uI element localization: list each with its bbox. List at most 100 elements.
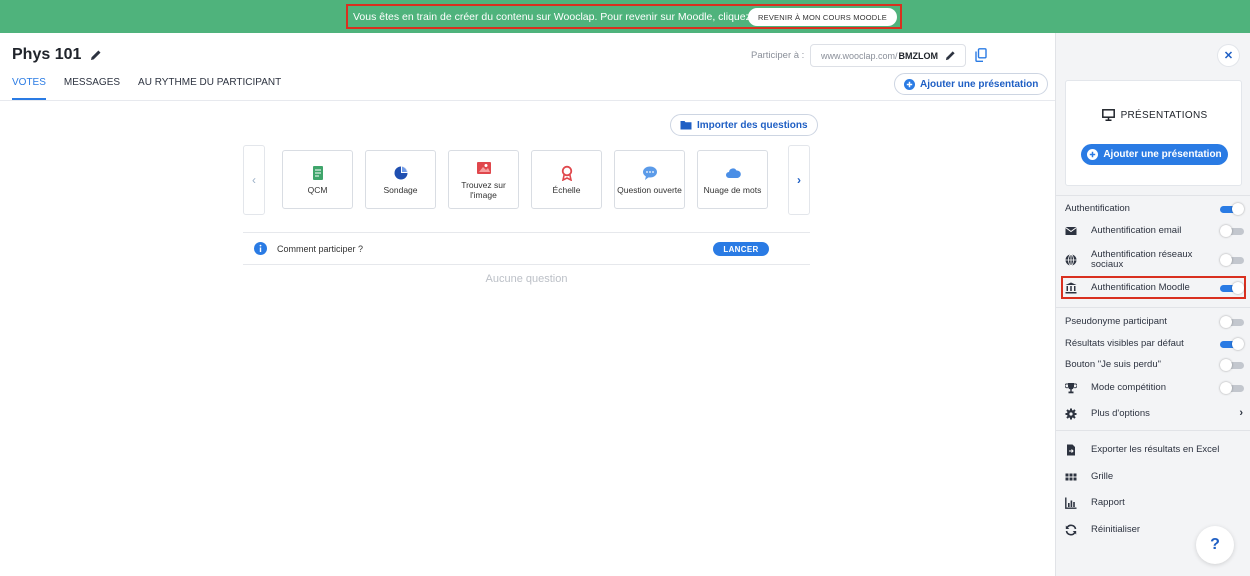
question-type-label: Sondage [383, 184, 418, 195]
copy-link-icon[interactable] [975, 48, 987, 62]
question-type-label: Question ouverte [617, 184, 682, 195]
back-to-moodle-button[interactable]: REVENIR À MON COURS MOODLE [748, 8, 897, 26]
globe-icon [1065, 254, 1077, 266]
tool-label: Rapport [1091, 497, 1125, 508]
social-authentication-toggle[interactable] [1220, 254, 1244, 266]
question-type-nuage-de-mots[interactable]: Nuage de mots [697, 150, 768, 209]
setting-label: Mode compétition [1091, 382, 1166, 393]
tool-label: Réinitialiser [1091, 524, 1141, 535]
question-type-qcm[interactable]: QCM [282, 150, 353, 209]
chevron-right-icon: › [797, 173, 801, 187]
sidebar-divider [1056, 307, 1250, 308]
setting-label: Plus d'options [1091, 408, 1150, 419]
presentations-title: PRÉSENTATIONS [1120, 109, 1208, 121]
question-type-label: Nuage de mots [703, 184, 762, 195]
sidebar-divider [1056, 430, 1250, 431]
settings-sidebar: ✕ PRÉSENTATIONS Ajouter une présentation… [1055, 33, 1250, 576]
import-questions-label: Importer des questions [697, 119, 808, 131]
setting-social-authentication: Authentification réseaux sociaux [1065, 250, 1245, 270]
presentations-title-row: PRÉSENTATIONS [1066, 109, 1243, 121]
edit-title-icon[interactable] [90, 49, 102, 61]
empty-state-text: Aucune question [485, 273, 568, 285]
setting-label: Pseudonyme participant [1065, 316, 1167, 327]
setting-label: Authentification Moodle [1091, 282, 1190, 293]
sidebar-add-presentation-button[interactable]: Ajouter une présentation [1081, 144, 1228, 165]
grid-item[interactable]: Grille [1065, 467, 1245, 487]
banner-message: Vous êtes en train de créer du contenu s… [353, 10, 770, 23]
folder-icon [680, 121, 692, 130]
banner-highlight-box: Vous êtes en train de créer du contenu s… [346, 4, 902, 29]
setting-participant-pseudonym: Pseudonyme participant [1065, 312, 1245, 332]
participate-label: Participer à : [751, 50, 805, 61]
close-icon: ✕ [1223, 50, 1234, 62]
question-type-trouvez-sur-image[interactable]: Trouvez sur l'image [448, 150, 519, 209]
tab-participant-pace[interactable]: AU RYTHME DU PARTICIPANT [138, 77, 281, 100]
presentation-screen-icon [1101, 109, 1115, 121]
report-item[interactable]: Rapport [1065, 493, 1245, 513]
institution-icon [1065, 282, 1077, 294]
competition-mode-toggle[interactable] [1220, 382, 1244, 394]
question-type-sondage[interactable]: Sondage [365, 150, 436, 209]
email-authentication-toggle[interactable] [1220, 225, 1244, 237]
carousel-next-button[interactable]: › [788, 145, 810, 215]
participation-code: BMZLOM [898, 50, 939, 61]
info-icon [254, 242, 267, 255]
setting-label: Résultats visibles par défaut [1065, 338, 1184, 349]
speech-bubble-icon [642, 166, 657, 180]
setting-competition-mode: Mode compétition [1065, 378, 1245, 398]
plus-circle-icon [1087, 149, 1099, 160]
setting-email-authentication: Authentification email [1065, 221, 1245, 241]
setting-authentication: Authentification [1065, 199, 1245, 219]
pseudonym-toggle[interactable] [1220, 316, 1244, 328]
import-questions-button[interactable]: Importer des questions [670, 114, 818, 136]
authentication-toggle[interactable] [1220, 203, 1244, 215]
sidebar-add-presentation-label: Ajouter une présentation [1103, 149, 1222, 160]
help-button[interactable]: ? [1196, 526, 1234, 564]
setting-label: Bouton "Je suis perdu" [1065, 359, 1161, 370]
tabs-divider [0, 100, 1055, 101]
presentations-card: PRÉSENTATIONS Ajouter une présentation [1065, 80, 1242, 186]
event-title-row: Phys 101 [12, 46, 102, 64]
edit-code-icon[interactable] [945, 50, 956, 61]
tool-label: Exporter les résultats en Excel [1091, 444, 1220, 455]
add-presentation-button[interactable]: Ajouter une présentation [894, 73, 1049, 95]
question-type-label: Trouvez sur l'image [461, 179, 506, 200]
participation-url-box[interactable]: www.wooclap.com/BMZLOM [810, 44, 966, 67]
setting-label: Authentification [1065, 203, 1130, 214]
image-target-icon [476, 161, 491, 174]
setting-label: Authentification email [1091, 225, 1182, 236]
moodle-authentication-toggle[interactable] [1220, 282, 1244, 294]
launch-button[interactable]: LANCER [713, 242, 769, 256]
tab-votes[interactable]: VOTES [12, 77, 46, 100]
how-to-participate-row: Comment participer ? LANCER [243, 232, 810, 265]
cloud-icon [725, 167, 741, 178]
close-sidebar-button[interactable]: ✕ [1218, 45, 1239, 66]
grid-icon [1065, 473, 1077, 481]
question-type-carousel: ‹ QCM Sondage Trouvez sur l'image Échell… [243, 145, 810, 215]
qcm-icon [312, 165, 323, 180]
results-visible-toggle[interactable] [1220, 338, 1244, 350]
how-to-participate-text: Comment participer ? [277, 243, 364, 254]
event-tabs: VOTES MESSAGES AU RYTHME DU PARTICIPANT [12, 77, 281, 100]
lost-button-toggle[interactable] [1220, 359, 1244, 371]
plus-circle-icon [904, 78, 915, 90]
carousel-prev-button[interactable]: ‹ [243, 145, 265, 215]
question-type-question-ouverte[interactable]: Question ouverte [614, 150, 685, 209]
more-options-item[interactable]: Plus d'options › [1065, 404, 1245, 424]
question-type-label: Échelle [552, 184, 581, 195]
tab-messages[interactable]: MESSAGES [64, 77, 120, 100]
tool-label: Grille [1091, 471, 1114, 482]
wooclap-moodle-banner: Vous êtes en train de créer du contenu s… [0, 0, 1250, 33]
ribbon-icon [561, 165, 572, 181]
reset-icon [1065, 524, 1077, 536]
bar-chart-icon [1065, 497, 1077, 509]
participation-url-prefix: www.wooclap.com/ [821, 50, 898, 61]
add-presentation-label: Ajouter une présentation [920, 78, 1039, 90]
setting-label: Authentification réseaux sociaux [1091, 249, 1193, 270]
sidebar-divider [1056, 195, 1250, 196]
chevron-left-icon: ‹ [252, 173, 256, 187]
question-type-label: QCM [307, 184, 328, 195]
chevron-right-icon: › [1239, 407, 1243, 419]
export-excel-item[interactable]: Exporter les résultats en Excel [1065, 440, 1245, 460]
question-type-echelle[interactable]: Échelle [531, 150, 602, 209]
